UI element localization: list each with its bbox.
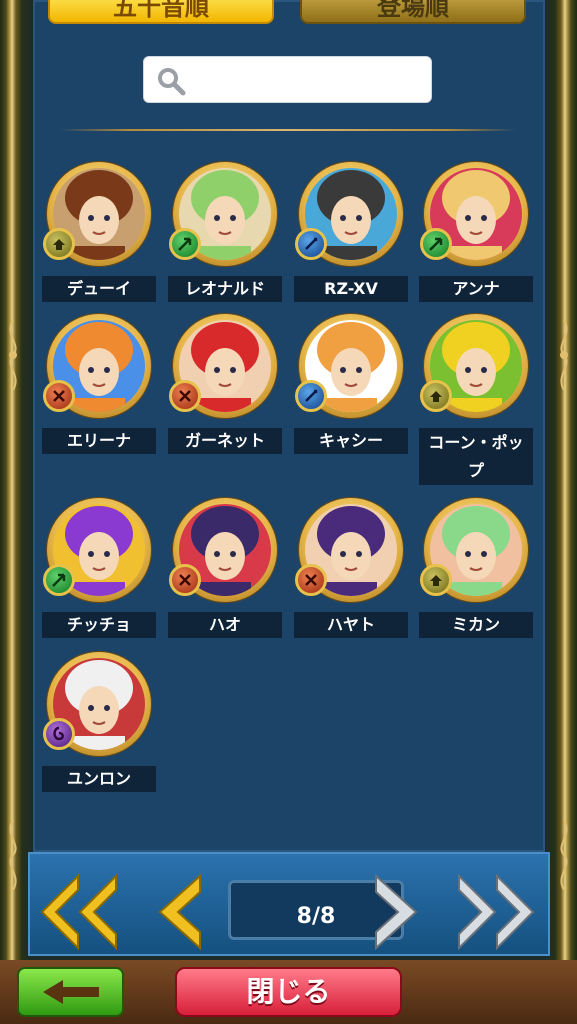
search-input[interactable]: [143, 56, 432, 103]
water-element-icon: [295, 228, 327, 260]
last-page-button[interactable]: [455, 872, 537, 952]
character-name: ミカン: [419, 612, 533, 638]
tab-sort-alphabetical[interactable]: 五十音順: [48, 0, 274, 24]
fire-element-icon: [169, 380, 201, 412]
vine-ornament-left-lower: [2, 819, 24, 891]
back-arrow-icon: [43, 980, 99, 1004]
next-page-button[interactable]: [372, 872, 422, 952]
character-name: レオナルド: [168, 276, 282, 302]
fire-element-icon: [169, 564, 201, 596]
character-name: アンナ: [419, 276, 533, 302]
character-name: RZ-XV: [294, 276, 408, 302]
vine-ornament-right: [553, 319, 575, 391]
earth-element-icon: [420, 380, 452, 412]
vine-ornament-left: [2, 319, 24, 391]
divider: [60, 129, 516, 131]
character-name: ハオ: [168, 612, 282, 638]
tab-sort-appearance[interactable]: 登場順: [300, 0, 526, 24]
first-page-button[interactable]: [38, 872, 120, 952]
character-name: コーン・ポップ: [419, 428, 533, 485]
character-portrait: [169, 162, 277, 266]
character-portrait: [420, 162, 528, 266]
character-portrait: [43, 162, 151, 266]
wind-element-icon: [420, 228, 452, 260]
character-portrait: [420, 314, 528, 418]
character-name: ガーネット: [168, 428, 282, 454]
fire-element-icon: [295, 564, 327, 596]
wind-element-icon: [169, 228, 201, 260]
earth-element-icon: [43, 228, 75, 260]
wind-element-icon: [43, 564, 75, 596]
character-name: キャシー: [294, 428, 408, 454]
character-name: デューイ: [42, 276, 156, 302]
character-portrait: [295, 498, 403, 602]
character-portrait: [420, 498, 528, 602]
back-button[interactable]: [17, 967, 124, 1017]
character-portrait: [169, 314, 277, 418]
fire-element-icon: [43, 380, 75, 412]
character-name: ハヤト: [294, 612, 408, 638]
close-button[interactable]: 閉じる: [175, 967, 402, 1017]
character-name: エリーナ: [42, 428, 156, 454]
earth-element-icon: [420, 564, 452, 596]
prev-page-button[interactable]: [154, 872, 204, 952]
character-portrait: [295, 162, 403, 266]
character-portrait: [169, 498, 277, 602]
character-portrait: [295, 314, 403, 418]
character-portrait: [43, 314, 151, 418]
dark-element-icon: [43, 718, 75, 750]
character-portrait: [43, 498, 151, 602]
water-element-icon: [295, 380, 327, 412]
character-name: チッチョ: [42, 612, 156, 638]
character-portrait: [43, 652, 151, 756]
search-icon: [156, 66, 186, 96]
vine-ornament-right-lower: [553, 819, 575, 891]
character-name: ユンロン: [42, 766, 156, 792]
